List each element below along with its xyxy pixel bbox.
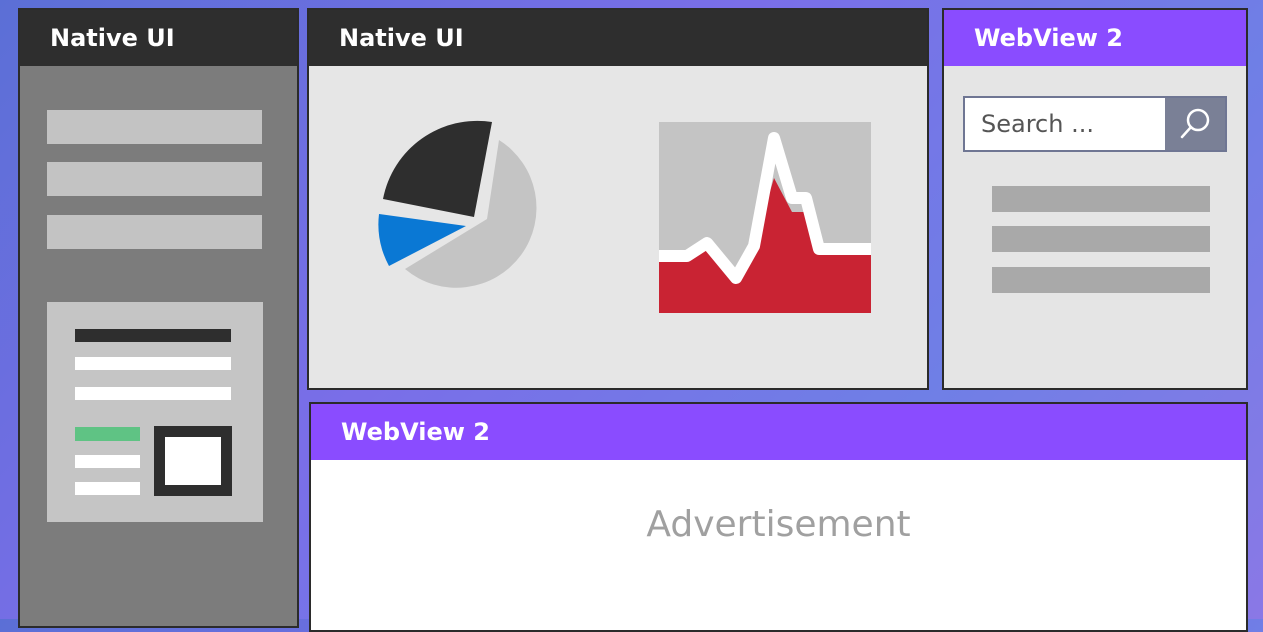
right-webview-panel: WebView 2	[942, 8, 1248, 390]
left-panel-body	[20, 66, 297, 626]
area-chart-icon	[659, 122, 871, 313]
center-panel-header: Native UI	[309, 10, 927, 66]
advertisement-label[interactable]: Advertisement	[311, 504, 1246, 545]
card-text-line	[75, 387, 231, 400]
charts-illustration	[378, 120, 871, 313]
pie-slice-dark	[383, 120, 492, 217]
content-card	[47, 302, 263, 522]
center-native-ui-panel: Native UI	[307, 8, 929, 390]
result-item-1[interactable]	[992, 186, 1210, 212]
search-icon	[1180, 108, 1210, 139]
bottom-webview-panel: WebView 2 Advertisement	[309, 402, 1248, 632]
card-image-placeholder	[154, 426, 232, 496]
card-text-line	[75, 455, 140, 468]
card-title-line	[75, 329, 231, 342]
result-item-2[interactable]	[992, 226, 1210, 252]
card-accent-line	[75, 427, 140, 441]
nav-item-3[interactable]	[47, 215, 262, 249]
center-panel-body	[309, 66, 927, 388]
left-native-ui-panel: Native UI	[18, 8, 299, 628]
search-box	[963, 96, 1227, 152]
left-panel-header: Native UI	[20, 10, 297, 66]
nav-item-2[interactable]	[47, 162, 262, 196]
pie-chart-icon	[378, 120, 537, 288]
bottom-panel-body: Advertisement	[311, 460, 1246, 630]
right-panel-body	[944, 66, 1246, 388]
card-text-line	[75, 482, 140, 495]
right-panel-header: WebView 2	[944, 10, 1246, 66]
search-button[interactable]	[1165, 98, 1225, 150]
result-item-3[interactable]	[992, 267, 1210, 293]
card-text-line	[75, 357, 231, 370]
search-input[interactable]	[965, 98, 1169, 150]
bottom-panel-header: WebView 2	[311, 404, 1246, 460]
nav-item-1[interactable]	[47, 110, 262, 144]
